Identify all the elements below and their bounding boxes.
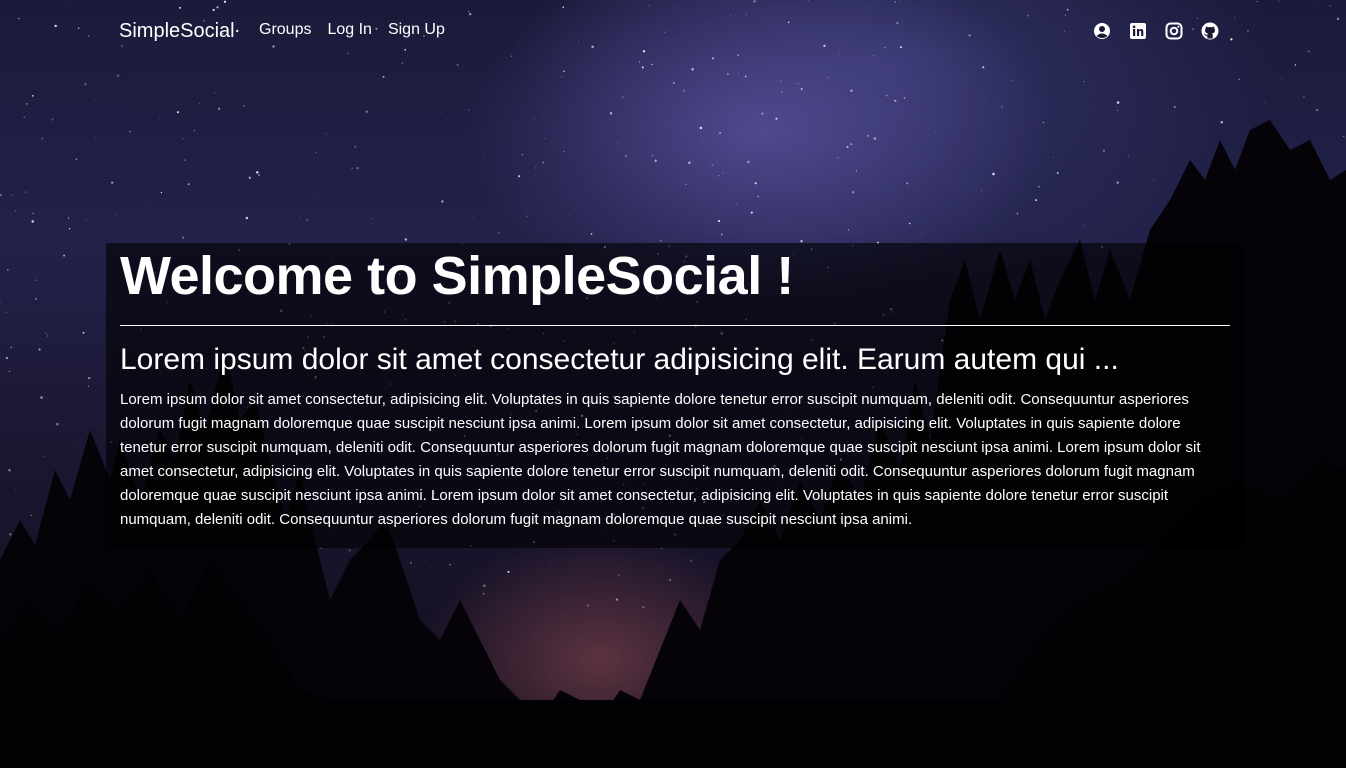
user-circle-icon[interactable]: [1093, 22, 1111, 40]
instagram-icon[interactable]: [1165, 22, 1183, 40]
hero-divider: [120, 325, 1230, 326]
nav-link-login[interactable]: Log In: [327, 21, 371, 39]
linkedin-icon[interactable]: [1129, 22, 1147, 40]
nav-links: Groups Log In Sign Up: [259, 21, 445, 39]
navbar: SimpleSocial Groups Log In Sign Up: [0, 0, 1346, 64]
nav-link-signup[interactable]: Sign Up: [388, 21, 445, 39]
github-icon[interactable]: [1201, 22, 1219, 40]
social-icons: [1093, 22, 1219, 40]
hero-subtitle: Lorem ipsum dolor sit amet consectetur a…: [120, 343, 1119, 376]
hero-section: Welcome to SimpleSocial ! Lorem ipsum do…: [106, 243, 1244, 548]
hero-body: Lorem ipsum dolor sit amet consectetur, …: [120, 391, 1201, 528]
brand-link[interactable]: SimpleSocial: [119, 20, 235, 43]
hero-title: Welcome to SimpleSocial !: [120, 246, 794, 306]
nav-link-groups[interactable]: Groups: [259, 21, 311, 39]
